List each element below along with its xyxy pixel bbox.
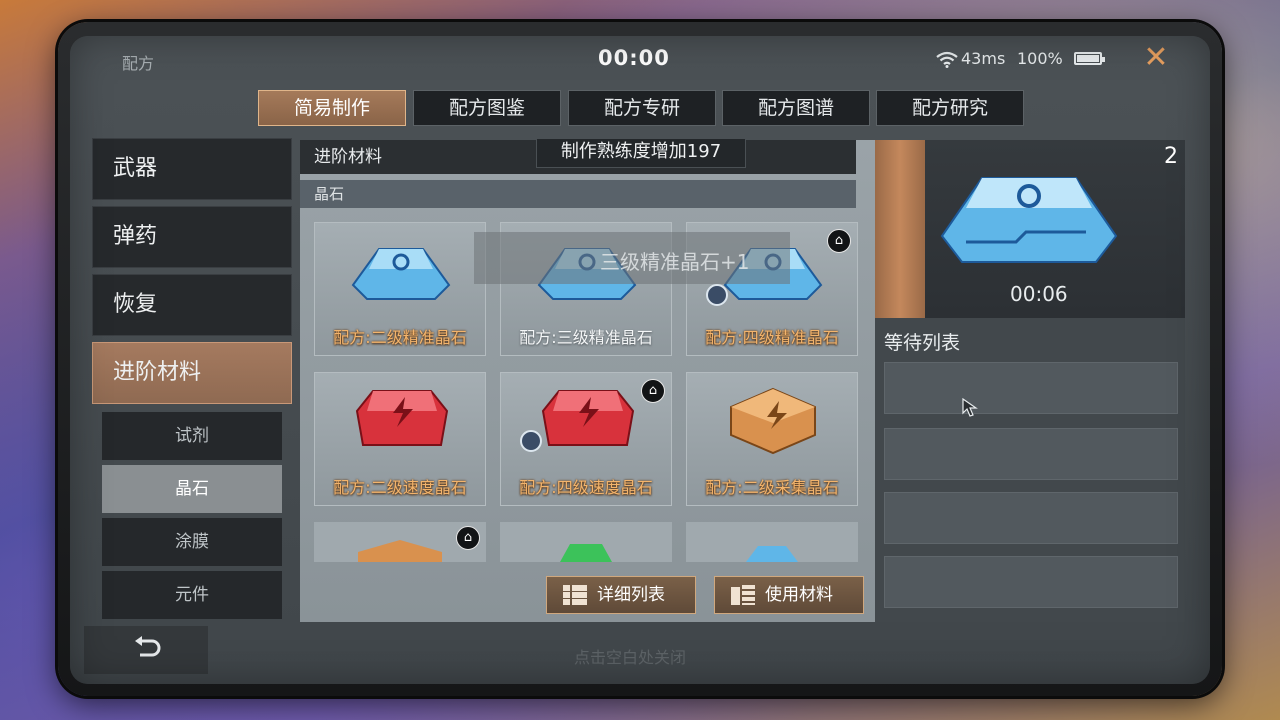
recipe-window: 配方 00:00 43ms 100% ✕ 简易制作 配方图鉴 配方专研 配方图谱… (70, 36, 1210, 684)
tab-recipe-study[interactable]: 配方专研 (568, 90, 716, 126)
subcategory-reagent[interactable]: 试剂 (102, 412, 282, 460)
sidebar-item-advanced-materials[interactable]: 进阶材料 (92, 342, 292, 404)
section-crystal: 晶石 (300, 180, 856, 208)
grid-icon (563, 585, 587, 605)
production-count: 2 (1164, 144, 1178, 169)
upgrade-icon: ⌂ (641, 379, 665, 403)
tab-recipe-atlas[interactable]: 配方图谱 (722, 90, 870, 126)
sidebar-item-ammo[interactable]: 弹药 (92, 206, 292, 268)
book-icon (731, 585, 755, 605)
undo-icon (135, 636, 161, 657)
blue-crystal-icon (940, 177, 1118, 263)
subcategory-coating[interactable]: 涂膜 (102, 518, 282, 566)
upgrade-icon: ⌂ (827, 229, 851, 253)
battery-icon (1074, 52, 1105, 65)
recipe-label: 配方:四级精准晶石 (705, 328, 839, 347)
proficiency-toast: 制作熟练度增加197 (536, 138, 746, 168)
detail-list-button[interactable]: 详细列表 (546, 576, 696, 614)
upgrade-icon: ⌂ (456, 526, 480, 550)
blue-crystal-icon (351, 248, 451, 300)
use-material-label: 使用材料 (765, 585, 833, 605)
recipe-label: 配方:二级速度晶石 (333, 478, 467, 497)
production-progress-bar (875, 140, 925, 318)
use-material-button[interactable]: 使用材料 (714, 576, 864, 614)
battery-text: 100% (1017, 49, 1063, 68)
queue-slot[interactable] (884, 556, 1178, 608)
detail-list-label: 详细列表 (597, 585, 665, 605)
green-crystal-icon (560, 544, 612, 562)
ping-text: 43ms (961, 49, 1006, 68)
queue-slot[interactable] (884, 492, 1178, 544)
recipe-label: 配方:四级速度晶石 (519, 478, 653, 497)
close-button[interactable]: ✕ (1142, 43, 1170, 73)
production-timer: 00:06 (1010, 282, 1068, 306)
recipe-card[interactable]: 配方:二级精准晶石 (314, 222, 486, 356)
queue-slot[interactable] (884, 428, 1178, 480)
subcategory-component[interactable]: 元件 (102, 571, 282, 619)
sidebar-item-recovery[interactable]: 恢复 (92, 274, 292, 336)
queue-title: 等待列表 (884, 332, 961, 354)
recipe-card-partial[interactable]: ⌂ (314, 522, 486, 562)
blue-crystal-icon (746, 546, 798, 562)
window-title: 配方 (122, 54, 155, 73)
recipe-card[interactable]: ⌂ 配方:四级速度晶石 (500, 372, 672, 506)
red-crystal-icon (355, 390, 449, 446)
tab-recipe-catalog[interactable]: 配方图鉴 (413, 90, 561, 126)
queue-slot[interactable] (884, 362, 1178, 414)
tab-simple-craft[interactable]: 简易制作 (258, 90, 406, 126)
subcategory-crystal[interactable]: 晶石 (102, 465, 282, 513)
recipe-label: 配方:三级精准晶石 (519, 328, 653, 347)
recipe-card[interactable]: 配方:二级采集晶石 (686, 372, 858, 506)
cursor-icon (962, 398, 978, 417)
recipe-label: 配方:二级精准晶石 (333, 328, 467, 347)
tab-recipe-research[interactable]: 配方研究 (876, 90, 1024, 126)
recipe-card-partial[interactable] (686, 522, 858, 562)
clock: 00:00 (598, 46, 670, 70)
close-hint: 点击空白处关闭 (574, 648, 687, 667)
recipe-card-partial[interactable] (500, 522, 672, 562)
back-button[interactable] (84, 626, 208, 674)
sidebar-item-weapons[interactable]: 武器 (92, 138, 292, 200)
wifi-icon (936, 51, 958, 68)
recipe-card[interactable]: 配方:二级速度晶石 (314, 372, 486, 506)
recipe-label: 配方:二级采集晶石 (705, 478, 839, 497)
orange-crystal-icon (730, 387, 816, 455)
craft-popup-text: 三级精准晶石+1 (600, 250, 750, 274)
